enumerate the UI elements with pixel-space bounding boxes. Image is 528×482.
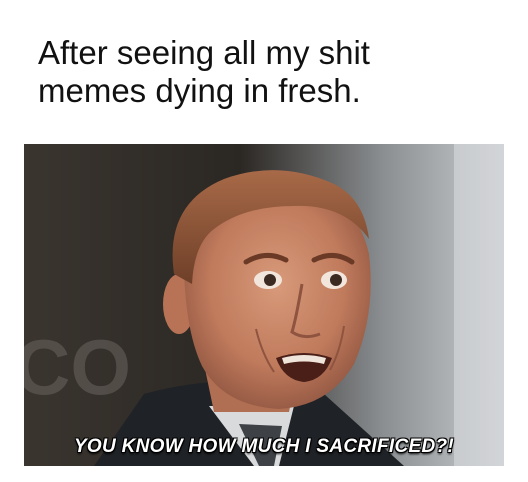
meme-illustration: CO [24, 144, 504, 466]
left-pupil [264, 274, 276, 286]
meme-caption: After seeing all my shit memes dying in … [38, 34, 508, 110]
caption-line-1: After seeing all my shit [38, 34, 370, 71]
right-pupil [330, 274, 342, 286]
window-light [454, 144, 504, 466]
meme-image: CO YOU KNOW HOW MUCH I SACRIFICED?! [24, 144, 504, 466]
background-lettering: CO [24, 323, 131, 411]
caption-line-2: memes dying in fresh. [38, 72, 361, 109]
meme-subtitle: YOU KNOW HOW MUCH I SACRIFICED?! [73, 436, 455, 457]
